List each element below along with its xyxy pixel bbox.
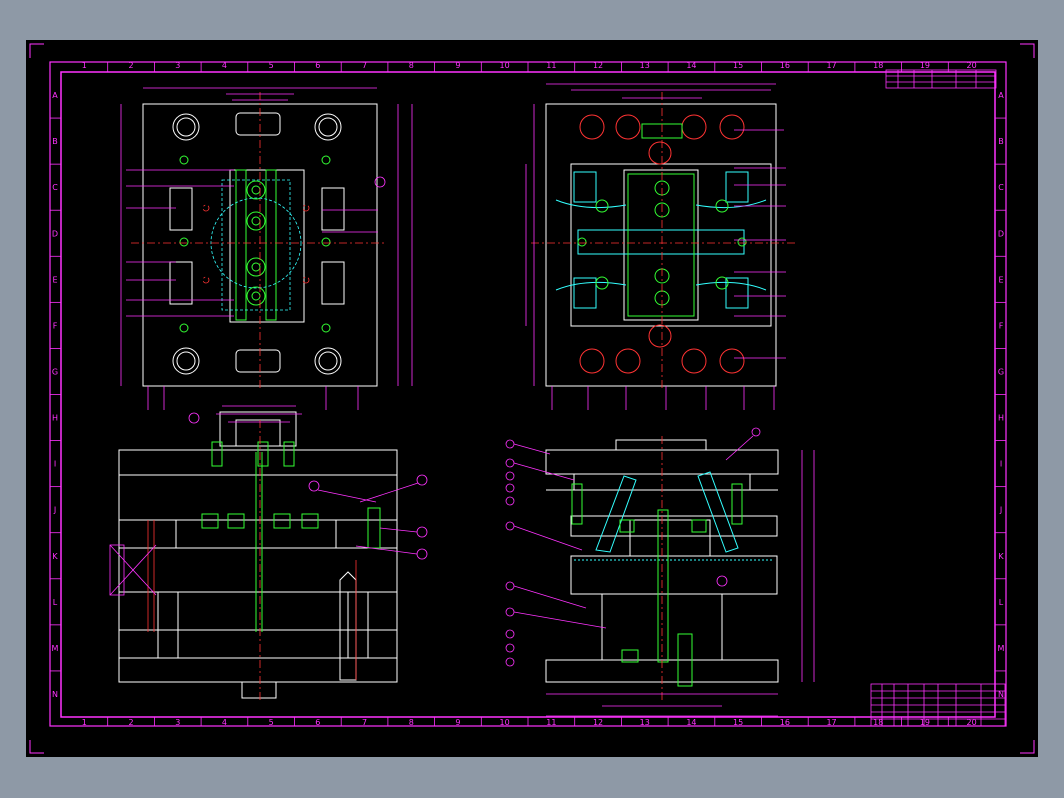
- row-label-left-E: E: [52, 275, 57, 284]
- row-label-left-L: L: [53, 598, 58, 607]
- drawing-sheet: 1 1 2 2 3 3 4 4 5 5 6 6 7 7 8 8 9 9 10 10 11 11 12 12 13 13 14 14 15…: [26, 40, 1038, 757]
- column-label-top-10: 10: [500, 61, 510, 70]
- plan-view-right: [525, 83, 796, 410]
- row-label-right-G: G: [998, 367, 1004, 376]
- column-label-top-18: 18: [873, 61, 883, 70]
- row-label-left-N: N: [52, 690, 58, 699]
- row-label-right-D: D: [998, 229, 1004, 238]
- column-label-bottom-12: 12: [593, 718, 603, 727]
- column-label-top-8: 8: [409, 61, 414, 70]
- row-label-left-A: A: [52, 91, 58, 100]
- column-label-top-17: 17: [826, 61, 836, 70]
- section-view-right: [505, 427, 815, 717]
- column-label-bottom-14: 14: [686, 718, 696, 727]
- row-label-right-K: K: [998, 552, 1004, 561]
- column-label-top-16: 16: [780, 61, 790, 70]
- column-label-bottom-2: 2: [129, 718, 134, 727]
- cad-viewport[interactable]: 1122334455667788991010111112121313141415…: [26, 40, 1038, 757]
- row-label-left-F: F: [53, 321, 58, 330]
- column-label-bottom-10: 10: [500, 718, 510, 727]
- column-label-top-19: 19: [920, 61, 930, 70]
- row-label-right-C: C: [998, 183, 1004, 192]
- row-labels: A AB BC CD DE EF FG GH HI IJ JK KL LM MN N: [50, 91, 1006, 699]
- column-label-bottom-17: 17: [826, 718, 836, 727]
- drawing-border: [49, 61, 1007, 727]
- column-label-bottom-3: 3: [175, 718, 180, 727]
- row-label-left-H: H: [52, 414, 58, 423]
- column-label-top-5: 5: [269, 61, 274, 70]
- column-label-top-1: 1: [82, 61, 87, 70]
- column-label-top-2: 2: [129, 61, 134, 70]
- row-label-left-M: M: [52, 644, 59, 653]
- row-label-left-C: C: [52, 183, 58, 192]
- column-label-bottom-11: 11: [546, 718, 556, 727]
- column-label-bottom-7: 7: [362, 718, 367, 727]
- column-label-bottom-15: 15: [733, 718, 743, 727]
- column-label-top-14: 14: [686, 61, 696, 70]
- row-label-right-M: M: [998, 644, 1005, 653]
- row-label-right-I: I: [1000, 460, 1002, 469]
- column-label-top-13: 13: [640, 61, 650, 70]
- row-label-right-B: B: [998, 137, 1004, 146]
- column-label-top-4: 4: [222, 61, 227, 70]
- row-label-right-H: H: [998, 414, 1004, 423]
- row-label-right-J: J: [999, 506, 1002, 515]
- column-labels: 1122334455667788991010111112121313141415…: [82, 61, 977, 727]
- plan-view-left: [120, 87, 413, 410]
- corner-marks: [29, 43, 1035, 754]
- row-label-right-A: A: [998, 91, 1004, 100]
- column-label-bottom-5: 5: [269, 718, 274, 727]
- section-view-left: [109, 405, 428, 700]
- column-label-top-15: 15: [733, 61, 743, 70]
- column-label-bottom-8: 8: [409, 718, 414, 727]
- row-label-left-I: I: [54, 460, 56, 469]
- column-label-top-7: 7: [362, 61, 367, 70]
- row-label-right-E: E: [998, 275, 1003, 284]
- column-label-bottom-9: 9: [455, 718, 460, 727]
- row-label-left-B: B: [52, 137, 58, 146]
- row-label-left-K: K: [52, 552, 58, 561]
- column-label-bottom-13: 13: [640, 718, 650, 727]
- row-label-left-D: D: [52, 229, 58, 238]
- title-block: [870, 683, 1006, 727]
- column-label-top-12: 12: [593, 61, 603, 70]
- row-label-left-G: G: [52, 367, 58, 376]
- column-label-top-6: 6: [315, 61, 320, 70]
- row-label-right-L: L: [999, 598, 1004, 607]
- column-label-top-3: 3: [175, 61, 180, 70]
- column-label-top-20: 20: [967, 61, 977, 70]
- column-label-bottom-1: 1: [82, 718, 87, 727]
- column-label-top-11: 11: [546, 61, 556, 70]
- row-label-right-F: F: [999, 321, 1004, 330]
- column-label-bottom-6: 6: [315, 718, 320, 727]
- column-label-bottom-4: 4: [222, 718, 227, 727]
- row-label-left-J: J: [53, 506, 56, 515]
- column-label-top-9: 9: [455, 61, 460, 70]
- column-label-bottom-16: 16: [780, 718, 790, 727]
